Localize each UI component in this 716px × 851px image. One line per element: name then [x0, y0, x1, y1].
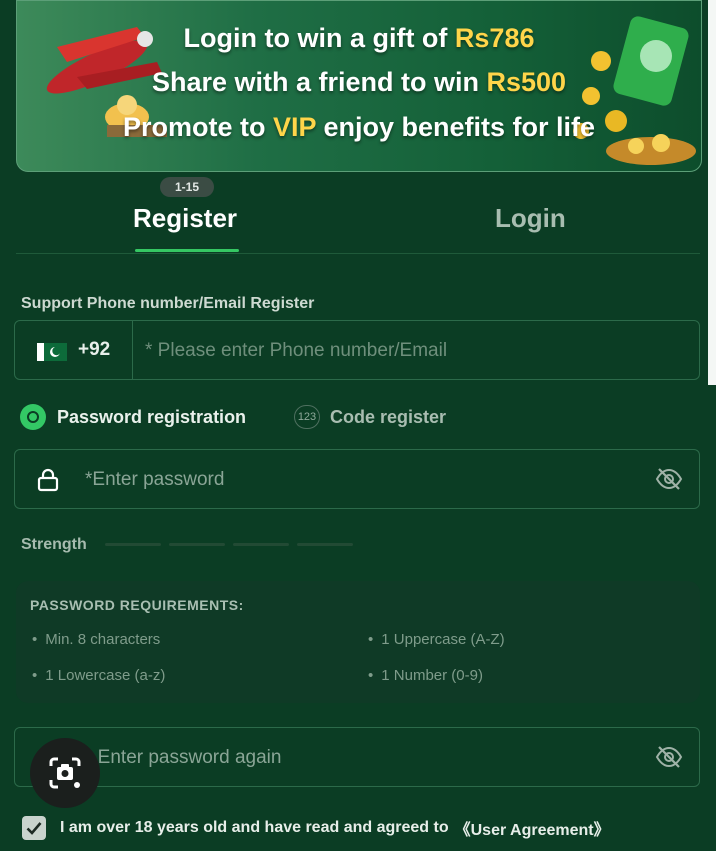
lens-camera-button[interactable] — [30, 738, 100, 808]
requirement-item: Min. 8 characters — [32, 631, 160, 648]
password-registration-option[interactable]: Password registration — [20, 404, 246, 430]
active-tab-indicator — [135, 249, 239, 252]
tab-divider — [16, 253, 700, 254]
code-register-option[interactable]: 123 Code register — [294, 404, 446, 430]
requirement-item: 1 Uppercase (A-Z) — [368, 631, 504, 648]
requirement-item: 1 Number (0-9) — [368, 667, 483, 684]
eye-off-icon[interactable] — [655, 745, 683, 769]
tab-register[interactable]: Register — [133, 203, 237, 234]
page-edge — [708, 0, 716, 385]
confirm-password-input[interactable] — [83, 740, 647, 776]
banner-line-2: Share with a friend to win Rs500 — [151, 67, 567, 97]
eye-off-icon[interactable] — [655, 467, 683, 491]
lock-icon — [37, 468, 59, 492]
code-register-label: Code register — [330, 406, 447, 427]
password-registration-label: Password registration — [57, 406, 247, 427]
pakistan-flag-icon — [37, 343, 67, 361]
country-code: +92 — [78, 339, 111, 360]
lens-camera-icon — [49, 757, 81, 789]
strength-label: Strength — [21, 536, 87, 553]
agreement-checkbox[interactable] — [22, 816, 46, 840]
tab-login[interactable]: Login — [495, 203, 566, 234]
radio-selected-icon — [20, 404, 46, 430]
check-icon — [26, 822, 42, 835]
password-input[interactable] — [83, 462, 647, 498]
requirements-title: PASSWORD REQUIREMENTS: — [30, 597, 244, 613]
strength-meter — [105, 543, 353, 546]
register-badge: 1-15 — [160, 177, 214, 197]
password-requirements-box: PASSWORD REQUIREMENTS: Min. 8 characters… — [16, 581, 700, 703]
confirm-password-field — [14, 727, 700, 787]
phone-email-input[interactable] — [143, 333, 687, 369]
banner-line-3: Promote to VIP enjoy benefits for life — [122, 112, 596, 142]
register-method-label: Support Phone number/Email Register — [21, 295, 315, 312]
country-code-selector[interactable]: +92 — [15, 321, 133, 379]
requirement-item: 1 Lowercase (a-z) — [32, 667, 165, 684]
agreement-text: I am over 18 years old and have read and… — [60, 819, 449, 836]
password-field — [14, 449, 700, 509]
phone-email-field: +92 — [14, 320, 700, 380]
user-agreement-link[interactable]: 《User Agreement》 — [455, 816, 610, 840]
promo-banner[interactable]: Login to win a gift of Rs786 Share with … — [16, 0, 702, 172]
banner-line-1: Login to win a gift of Rs786 — [183, 23, 535, 53]
agreement-row: I am over 18 years old and have read and… — [22, 816, 610, 840]
code-123-icon: 123 — [294, 405, 320, 429]
